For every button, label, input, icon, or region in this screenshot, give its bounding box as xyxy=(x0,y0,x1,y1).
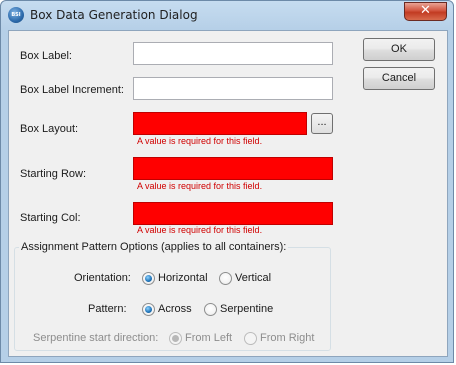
pattern-across-label[interactable]: Across xyxy=(158,303,192,315)
orientation-vertical-radio[interactable] xyxy=(219,272,232,285)
serpentine-from-left-label: From Left xyxy=(185,332,233,344)
starting-row-label: Starting Row: xyxy=(20,168,87,180)
box-layout-label: Box Layout: xyxy=(20,123,79,135)
ok-button[interactable]: OK xyxy=(363,38,435,61)
orientation-horizontal-radio[interactable] xyxy=(142,272,155,285)
radio-selected-dot xyxy=(172,335,179,342)
app-icon: BSI xyxy=(8,7,24,23)
pattern-label: Pattern: xyxy=(88,303,127,315)
close-button[interactable]: ✕ xyxy=(404,2,447,21)
starting-col-label: Starting Col: xyxy=(20,212,81,224)
dialog-body: Box Label: Box Label Increment: Box Layo… xyxy=(8,30,448,357)
box-label-increment-label: Box Label Increment: xyxy=(20,84,124,96)
pattern-serpentine-label[interactable]: Serpentine xyxy=(220,303,273,315)
box-layout-input[interactable] xyxy=(133,112,307,135)
box-layout-browse-button[interactable]: ... xyxy=(311,113,333,134)
dialog-window: BSI Box Data Generation Dialog ✕ Box Lab… xyxy=(0,0,454,363)
starting-col-error: A value is required for this field. xyxy=(137,225,263,235)
dialog-title: Box Data Generation Dialog xyxy=(30,8,198,22)
pattern-serpentine-radio[interactable] xyxy=(204,303,217,316)
serpentine-from-right-label: From Right xyxy=(260,332,315,344)
orientation-horizontal-label[interactable]: Horizontal xyxy=(158,272,208,284)
box-label-input[interactable] xyxy=(133,42,333,65)
radio-selected-dot xyxy=(145,306,152,313)
orientation-label: Orientation: xyxy=(74,272,131,284)
cancel-button[interactable]: Cancel xyxy=(363,67,435,90)
orientation-vertical-label[interactable]: Vertical xyxy=(235,272,271,284)
title-bar[interactable]: BSI Box Data Generation Dialog ✕ xyxy=(1,1,453,31)
serpentine-direction-label: Serpentine start direction: xyxy=(33,332,159,344)
box-label-increment-input[interactable] xyxy=(133,77,333,100)
box-layout-error: A value is required for this field. xyxy=(137,136,263,146)
serpentine-from-left-radio xyxy=(169,332,182,345)
assignment-group-title: Assignment Pattern Options (applies to a… xyxy=(19,241,289,253)
serpentine-from-right-radio xyxy=(244,332,257,345)
starting-row-error: A value is required for this field. xyxy=(137,181,263,191)
starting-row-input[interactable] xyxy=(133,157,333,180)
starting-col-input[interactable] xyxy=(133,202,333,225)
radio-selected-dot xyxy=(145,275,152,282)
box-label-label: Box Label: xyxy=(20,50,72,62)
pattern-across-radio[interactable] xyxy=(142,303,155,316)
